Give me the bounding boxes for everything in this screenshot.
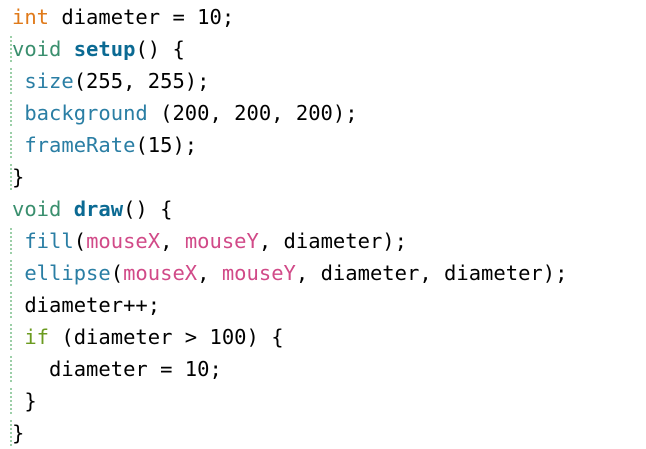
token-plain: diameter = 10;	[12, 357, 222, 381]
code-line-10[interactable]: diameter++;	[0, 289, 646, 321]
token-function: draw	[73, 197, 124, 221]
token-builtin-var: mouseY	[221, 261, 296, 285]
token-plain: }	[12, 421, 25, 445]
code-line-7[interactable]: void draw() {	[0, 193, 646, 225]
token-builtin-var: mouseY	[184, 229, 259, 253]
token-builtin: background	[24, 101, 148, 125]
token-control: if	[24, 325, 50, 349]
code-line-2[interactable]: void setup() {	[0, 33, 646, 65]
code-line-1[interactable]: int diameter = 10;	[0, 1, 646, 33]
code-line-11[interactable]: if (diameter > 100) {	[0, 321, 646, 353]
token-builtin: ellipse	[24, 261, 111, 285]
token-plain: }	[12, 165, 25, 189]
code-editor[interactable]: int diameter = 10; void setup() { size(25…	[0, 0, 646, 446]
token-builtin-var: mouseX	[123, 261, 198, 285]
code-text: ellipse(mouseX, mouseY, diameter, diamet…	[12, 257, 567, 289]
code-text: int diameter = 10;	[12, 1, 234, 33]
token-plain: (diameter > 100) {	[49, 325, 284, 349]
code-text: }	[12, 161, 24, 193]
code-line-13[interactable]: }	[0, 385, 646, 417]
code-text: }	[12, 417, 24, 449]
code-line-3[interactable]: size(255, 255);	[0, 65, 646, 97]
token-builtin: frameRate	[24, 133, 136, 157]
token-plain: ,	[197, 261, 222, 285]
token-builtin: fill	[24, 229, 74, 253]
code-text: diameter++;	[12, 289, 160, 321]
token-plain: diameter++;	[12, 293, 161, 317]
token-plain: }	[12, 389, 37, 413]
code-text: }	[12, 385, 37, 417]
token-function: setup	[73, 37, 136, 61]
token-builtin: size	[24, 69, 74, 93]
code-text: size(255, 255);	[12, 65, 209, 97]
code-text: diameter = 10;	[12, 353, 222, 385]
token-plain: diameter = 10;	[49, 5, 235, 29]
code-line-14[interactable]: }	[0, 417, 646, 449]
code-text: void setup() {	[12, 33, 185, 65]
code-text: if (diameter > 100) {	[12, 321, 284, 353]
token-plain: () {	[123, 197, 173, 221]
code-line-6[interactable]: }	[0, 161, 646, 193]
code-text: void draw() {	[12, 193, 172, 225]
code-line-4[interactable]: background (200, 200, 200);	[0, 97, 646, 129]
token-keyword: void	[12, 37, 62, 61]
token-plain: , diameter);	[258, 229, 407, 253]
code-line-9[interactable]: ellipse(mouseX, mouseY, diameter, diamet…	[0, 257, 646, 289]
token-plain: (	[110, 261, 124, 285]
token-plain: (200, 200, 200);	[147, 101, 358, 125]
token-keyword: void	[12, 197, 62, 221]
token-plain: (15);	[135, 133, 198, 157]
token-builtin-var: mouseX	[86, 229, 161, 253]
token-plain: (	[73, 229, 87, 253]
code-line-12[interactable]: diameter = 10;	[0, 353, 646, 385]
code-text: fill(mouseX, mouseY, diameter);	[12, 225, 407, 257]
code-text: frameRate(15);	[12, 129, 197, 161]
code-line-5[interactable]: frameRate(15);	[0, 129, 646, 161]
token-plain: , diameter, diameter);	[295, 261, 568, 285]
code-text: background (200, 200, 200);	[12, 97, 358, 129]
token-plain: (255, 255);	[73, 69, 210, 93]
token-type: int	[12, 5, 50, 29]
token-plain: ,	[160, 229, 185, 253]
token-plain: () {	[135, 37, 185, 61]
code-line-8[interactable]: fill(mouseX, mouseY, diameter);	[0, 225, 646, 257]
